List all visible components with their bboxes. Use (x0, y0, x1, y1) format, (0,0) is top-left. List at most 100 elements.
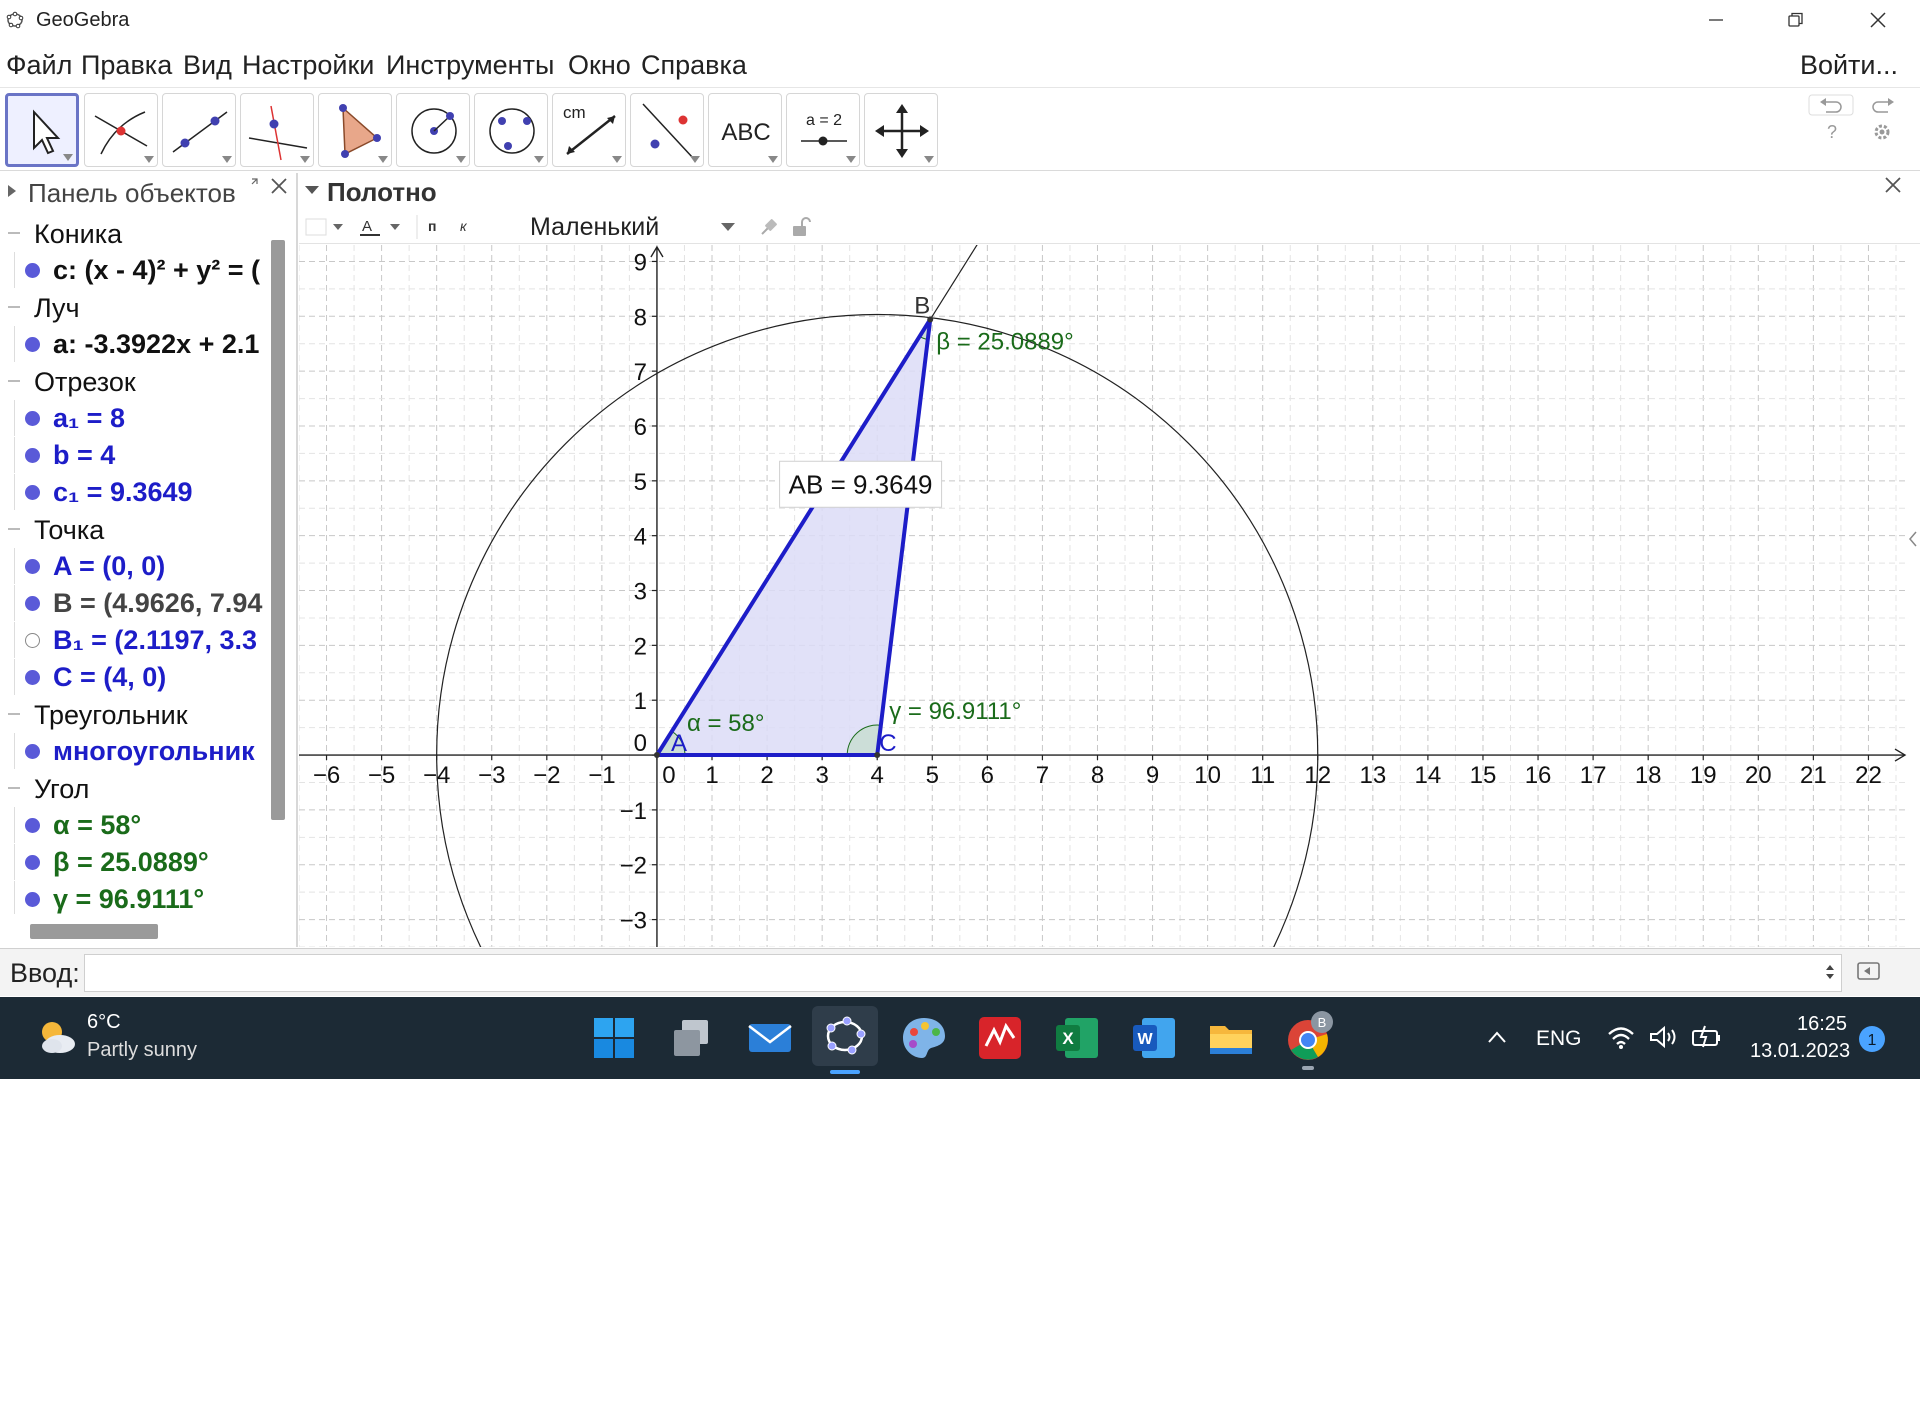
x-tick-label: 5 (926, 762, 939, 789)
perpendicular-tool-button[interactable] (240, 93, 314, 167)
x-tick-label: 14 (1415, 762, 1442, 789)
menu-help[interactable]: Справка (641, 50, 747, 81)
chevron-down-icon (144, 156, 154, 163)
polygon-tool-button[interactable] (318, 93, 392, 167)
word-icon[interactable]: W (1128, 1012, 1180, 1064)
collapse-triangle-icon[interactable] (304, 184, 320, 196)
clock-time[interactable]: 16:25 (1797, 1013, 1847, 1036)
panel-divider[interactable] (296, 173, 298, 947)
distance-tool-button[interactable]: cm (552, 93, 626, 167)
weather-temperature[interactable]: 6°C (87, 1011, 121, 1034)
paint-icon[interactable] (898, 1012, 950, 1064)
start-icon[interactable] (588, 1012, 640, 1064)
mail-icon[interactable] (744, 1012, 796, 1064)
y-tick-label: 4 (634, 524, 647, 551)
category-conic[interactable]: Коника (0, 215, 266, 251)
menu-file[interactable]: Файл (6, 50, 72, 81)
unlock-icon[interactable] (790, 216, 812, 238)
text-tool-button[interactable]: ABC (708, 93, 782, 167)
chevron-down-icon (612, 156, 622, 163)
list-item[interactable]: γ = 96.9111° (0, 881, 266, 914)
help-icon[interactable]: ? (1820, 120, 1844, 144)
category-ray[interactable]: Луч (0, 289, 266, 325)
list-item[interactable]: B₁ = (2.1197, 3.3 (0, 622, 266, 658)
list-item[interactable]: c: (x - 4)² + y² = ( (0, 252, 266, 288)
list-item[interactable]: β = 25.0889° (0, 844, 266, 880)
excel-icon[interactable]: X (1051, 1012, 1103, 1064)
svg-text:1: 1 (1868, 1032, 1877, 1049)
close-panel-icon[interactable] (270, 177, 288, 195)
list-item[interactable]: A = (0, 0) (0, 548, 266, 584)
list-item[interactable]: многоугольник (0, 733, 266, 769)
circle-center-tool-button[interactable] (396, 93, 470, 167)
close-button[interactable] (1838, 0, 1918, 40)
chevron-up-icon[interactable] (1486, 1028, 1508, 1046)
reflect-tool-button[interactable] (630, 93, 704, 167)
undo-icon[interactable] (1808, 94, 1854, 116)
wifi-icon[interactable] (1606, 1024, 1636, 1050)
slider-tool-button[interactable]: a = 2 (786, 93, 860, 167)
restore-button[interactable] (1756, 0, 1836, 40)
line-tool-button[interactable] (162, 93, 236, 167)
login-link[interactable]: Войти... (1800, 50, 1898, 81)
collapse-triangle-icon[interactable] (6, 183, 18, 199)
object-expression: c₁ = 9.3649 (53, 477, 193, 507)
graphics-view[interactable]: −6 −5 −4 −3 −2 −1 0 1 2 3 4 5 6 7 8 9 10 11 12 13 14 15 16 17 18… (299, 245, 1907, 947)
close-panel-icon[interactable] (1884, 176, 1902, 194)
chevron-down-icon[interactable] (720, 221, 736, 233)
volume-icon[interactable] (1648, 1024, 1678, 1050)
svg-text:к: к (460, 218, 468, 234)
weather-icon[interactable] (34, 1014, 78, 1058)
weather-description[interactable]: Partly sunny (87, 1039, 197, 1062)
menu-window[interactable]: Окно (568, 50, 631, 81)
y-tick-label: 3 (634, 579, 647, 606)
notification-badge[interactable]: 1 (1858, 1025, 1886, 1053)
category-triangle[interactable]: Треугольник (0, 696, 266, 732)
bold-style-button[interactable]: п (424, 215, 444, 239)
gear-icon[interactable] (1870, 120, 1894, 144)
menu-view[interactable]: Вид (183, 50, 232, 81)
italic-style-button[interactable]: к (456, 215, 476, 239)
algebra-horizontal-scrollbar[interactable] (30, 924, 158, 939)
battery-icon[interactable] (1690, 1022, 1722, 1050)
x-tick-label: 22 (1855, 762, 1882, 789)
move-view-tool-button[interactable] (864, 93, 938, 167)
pdf-icon[interactable] (974, 1012, 1026, 1064)
clock-date[interactable]: 13.01.2023 (1750, 1040, 1850, 1063)
ab-distance-label: AB = 9.3649 (789, 469, 933, 499)
circle-three-points-tool-button[interactable] (474, 93, 548, 167)
input-field[interactable] (84, 954, 1842, 992)
menu-settings[interactable]: Настройки (242, 50, 374, 81)
explorer-icon[interactable] (1205, 1012, 1257, 1064)
redo-icon[interactable] (1860, 94, 1906, 116)
move-tool-button[interactable] (5, 93, 79, 167)
menu-tools[interactable]: Инструменты (386, 50, 554, 81)
intersect-tool-button[interactable] (84, 93, 158, 167)
keyboard-toggle-icon[interactable] (1856, 960, 1882, 984)
color-picker-button[interactable] (305, 215, 349, 239)
pin-icon[interactable] (758, 216, 780, 238)
category-segment[interactable]: Отрезок (0, 363, 266, 399)
input-spinner-icon[interactable] (1824, 962, 1836, 982)
menu-edit[interactable]: Правка (81, 50, 172, 81)
language-indicator[interactable]: ENG (1536, 1027, 1582, 1051)
task-view-icon[interactable] (666, 1012, 718, 1064)
text-color-button[interactable]: A (358, 215, 406, 239)
list-item[interactable]: C = (4, 0) (0, 659, 266, 695)
text-size-select[interactable]: Маленький (530, 213, 659, 242)
detach-icon[interactable] (248, 178, 258, 188)
svg-text:B: B (1318, 1015, 1327, 1030)
list-item[interactable]: α = 58° (0, 807, 266, 843)
list-item[interactable]: a₁ = 8 (0, 400, 266, 436)
list-item[interactable]: a: -3.3922x + 2.1 (0, 326, 266, 362)
chevron-down-icon (300, 156, 310, 163)
minimize-button[interactable] (1676, 0, 1756, 40)
category-angle[interactable]: Угол (0, 770, 266, 806)
list-item[interactable]: B = (4.9626, 7.94 (0, 585, 266, 621)
algebra-vertical-scrollbar[interactable] (271, 240, 285, 820)
category-point[interactable]: Точка (0, 511, 266, 547)
list-item[interactable]: c₁ = 9.3649 (0, 474, 266, 510)
list-item[interactable]: b = 4 (0, 437, 266, 473)
geogebra-taskbar-button[interactable] (812, 1006, 878, 1074)
side-panel-toggle-icon[interactable] (1908, 530, 1918, 548)
